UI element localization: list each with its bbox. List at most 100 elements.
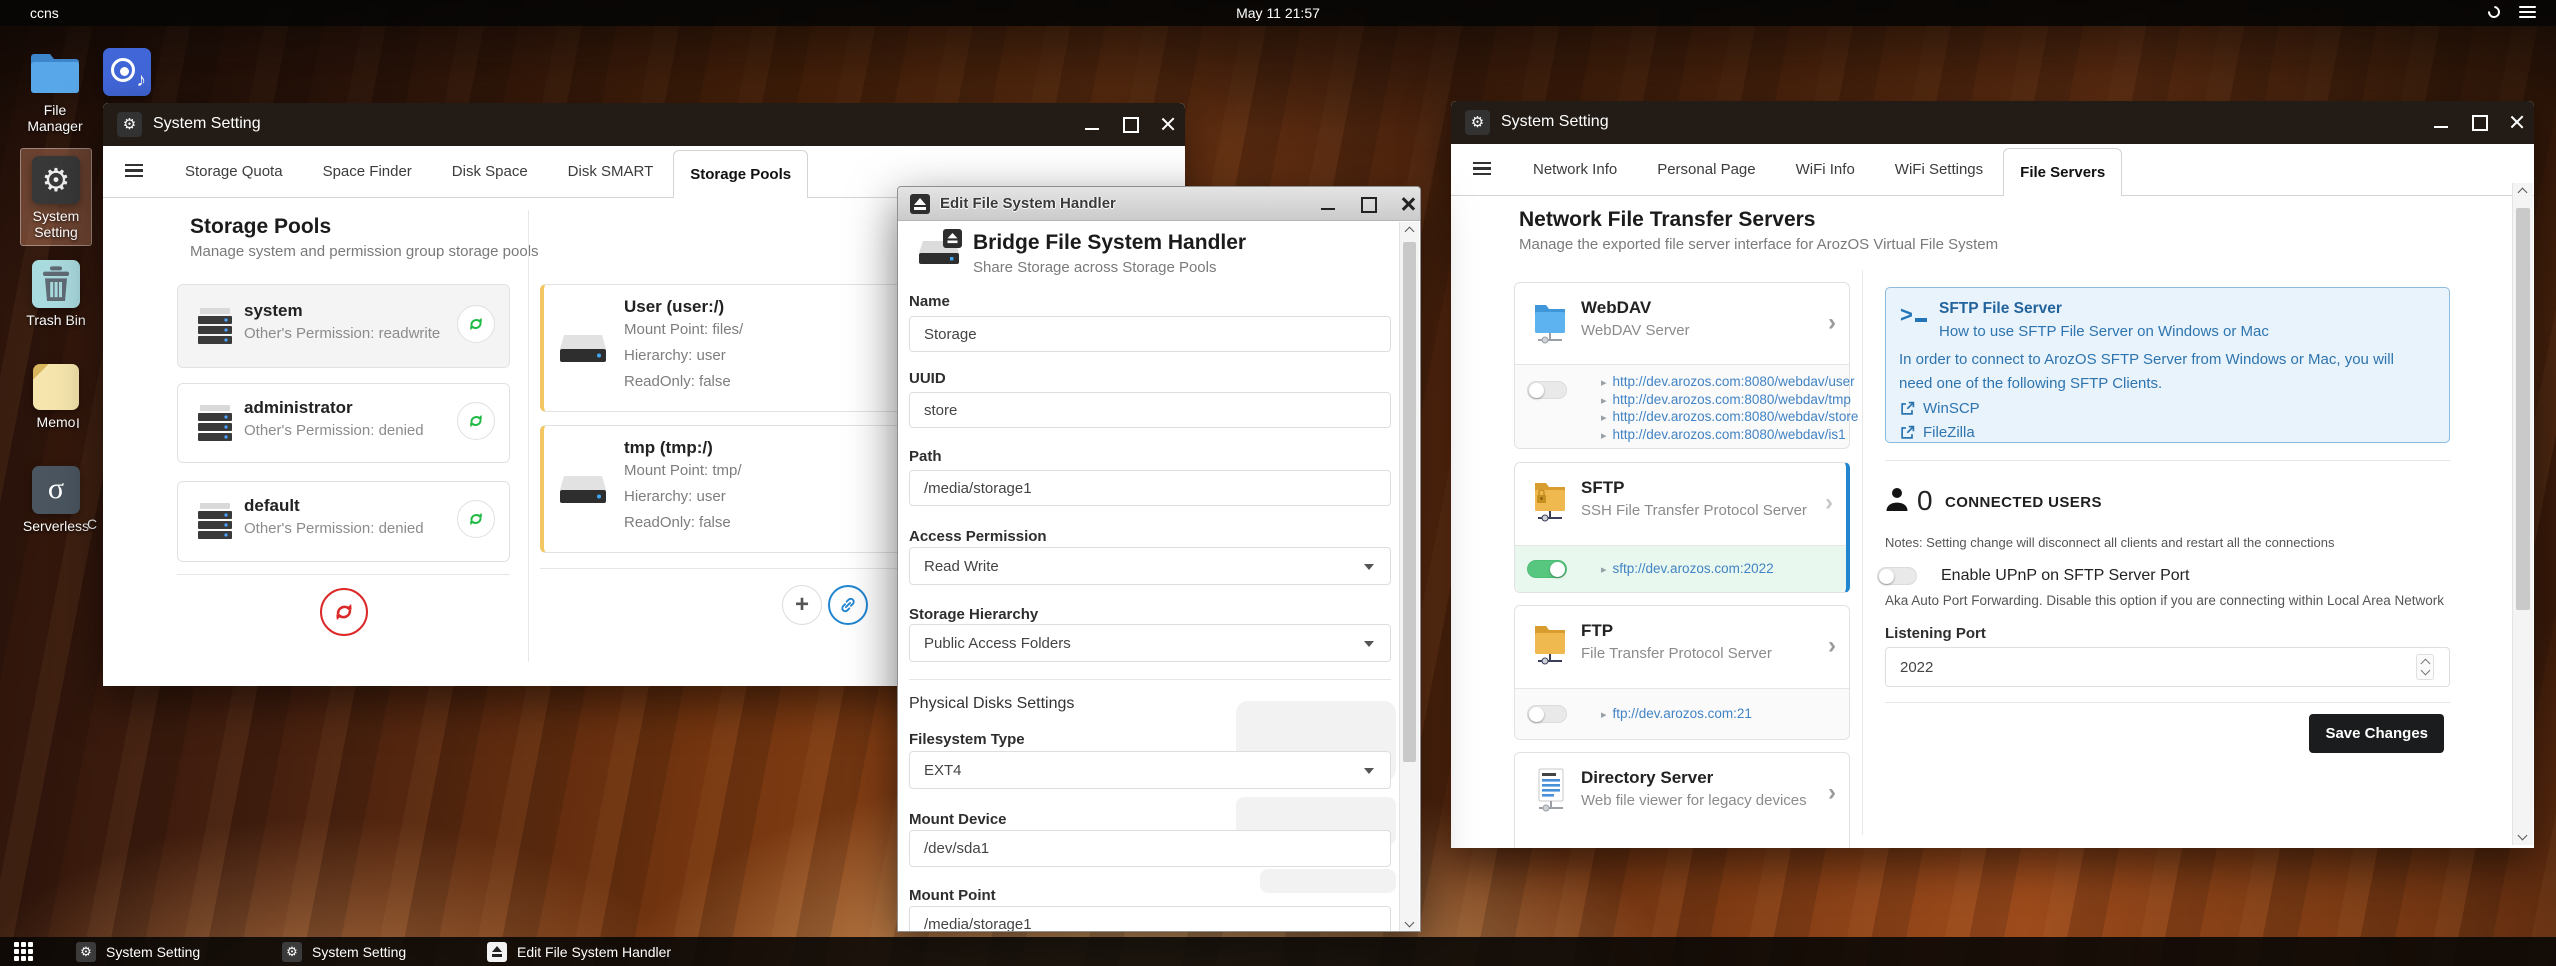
taskbar-item-system-setting-1[interactable]: ⚙ System Setting: [76, 937, 200, 966]
close-button[interactable]: [2508, 113, 2526, 131]
uuid-input[interactable]: [909, 392, 1391, 428]
filesystem-type-select[interactable]: EXT4: [909, 751, 1391, 789]
webdav-link[interactable]: http://dev.arozos.com:8080/webdav/tmp: [1613, 392, 1851, 407]
mount-point-input[interactable]: [909, 906, 1391, 931]
tab-disk-smart[interactable]: Disk SMART: [548, 146, 674, 198]
pool-card-default[interactable]: default Other's Permission: denied: [177, 481, 510, 562]
tab-personal-page[interactable]: Personal Page: [1637, 144, 1775, 196]
caret-down-icon: [1364, 564, 1374, 570]
sigma-icon: σ: [32, 466, 80, 514]
webdav-link[interactable]: http://dev.arozos.com:8080/webdav/is1: [1613, 427, 1846, 442]
pool-card-system[interactable]: system Other's Permission: readwrite: [177, 284, 510, 368]
chevron-right-icon[interactable]: ›: [1828, 632, 1836, 660]
minimize-button[interactable]: [1083, 115, 1101, 133]
scroll-down-icon[interactable]: [2517, 830, 2528, 841]
name-input[interactable]: [909, 316, 1391, 352]
info-title: SFTP File Server: [1939, 300, 2062, 317]
page-subtitle: Manage system and permission group stora…: [190, 243, 539, 260]
mount-point-label: Mount Point: [909, 887, 996, 904]
tab-disk-space[interactable]: Disk Space: [432, 146, 548, 198]
chevron-right-icon[interactable]: ›: [1825, 489, 1833, 517]
taskbar-item-system-setting-2[interactable]: ⚙ System Setting: [282, 937, 406, 966]
upnp-toggle[interactable]: [1877, 567, 1917, 585]
webdav-toggle[interactable]: [1527, 381, 1567, 399]
window1-titlebar[interactable]: ⚙ System Setting: [103, 103, 1185, 146]
window2-titlebar[interactable]: ⚙ System Setting: [1451, 101, 2534, 144]
webdav-link[interactable]: http://dev.arozos.com:8080/webdav/store: [1613, 409, 1859, 424]
scrollbar-thumb[interactable]: [2516, 208, 2530, 610]
folder-icon: [31, 50, 79, 98]
minimize-button[interactable]: [2432, 113, 2450, 131]
menu-icon[interactable]: [2519, 6, 2536, 21]
listening-port-input[interactable]: [1885, 647, 2450, 687]
reload-pools-button[interactable]: [320, 588, 368, 636]
desktop-icon-system-setting[interactable]: ⚙ System Setting: [16, 156, 96, 240]
desktop-icon-memo[interactable]: Memo: [16, 364, 96, 430]
mount-card-user[interactable]: User (user:/) Mount Point: files/ Hierar…: [540, 284, 910, 412]
scroll-up-icon[interactable]: [2517, 187, 2528, 198]
tab-storage-quota[interactable]: Storage Quota: [165, 146, 303, 198]
tab-wifi-settings[interactable]: WiFi Settings: [1875, 144, 2003, 196]
webdav-link[interactable]: http://dev.arozos.com:8080/webdav/user: [1613, 374, 1855, 389]
server-card-directory[interactable]: Directory Server Web file viewer for lega…: [1514, 752, 1850, 848]
ftp-link[interactable]: ftp://dev.arozos.com:21: [1613, 706, 1752, 721]
sync-pool-button[interactable]: [457, 500, 495, 538]
terminal-icon: >: [1900, 302, 1927, 328]
maximize-button[interactable]: [2470, 113, 2488, 131]
tab-space-finder[interactable]: Space Finder: [303, 146, 432, 198]
info-body: In order to connect to ArozOS SFTP Serve…: [1899, 351, 2394, 392]
spinner-icon[interactable]: [2485, 3, 2503, 21]
ftp-toggle[interactable]: [1527, 705, 1567, 723]
save-changes-button[interactable]: Save Changes: [2309, 714, 2444, 753]
close-button[interactable]: [1399, 195, 1417, 213]
desktop-icon-music[interactable]: ♪: [87, 48, 167, 100]
maximize-button[interactable]: [1359, 195, 1377, 213]
bridge-link-button[interactable]: [828, 585, 868, 625]
tab-wifi-info[interactable]: WiFi Info: [1776, 144, 1875, 196]
hamburger-icon[interactable]: [1473, 162, 1491, 178]
maximize-button[interactable]: [1121, 115, 1139, 133]
mount-card-tmp[interactable]: tmp (tmp:/) Mount Point: tmp/ Hierarchy:…: [540, 425, 910, 553]
tab-file-servers[interactable]: File Servers: [2003, 148, 2123, 196]
chevron-right-icon[interactable]: ›: [1828, 309, 1836, 337]
dialog-titlebar[interactable]: Edit File System Handler: [898, 187, 1420, 221]
tab-network-info[interactable]: Network Info: [1513, 144, 1637, 196]
sync-pool-button[interactable]: [457, 402, 495, 440]
client-link-winscp[interactable]: WinSCP: [1900, 400, 1980, 417]
connected-label: CONNECTED USERS: [1945, 494, 2102, 511]
scroll-up-icon[interactable]: [1404, 226, 1415, 237]
desktop-icon-trash-bin[interactable]: Trash Bin: [16, 260, 96, 328]
hamburger-icon[interactable]: [125, 164, 143, 180]
path-input[interactable]: [909, 470, 1391, 506]
scrollbar-thumb[interactable]: [1403, 242, 1416, 762]
sync-pool-button[interactable]: [457, 305, 495, 343]
dialog-scrollbar[interactable]: [1399, 222, 1419, 931]
mount-device-input[interactable]: [909, 830, 1391, 867]
filesystem-type-label: Filesystem Type: [909, 731, 1025, 748]
window-title: System Setting: [1501, 113, 1609, 130]
hidden-icon-label-fragment: I: [76, 415, 80, 431]
window2-scrollbar[interactable]: [2512, 183, 2533, 845]
path-label: Path: [909, 448, 942, 465]
number-spinner[interactable]: [2416, 654, 2434, 680]
desktop-icon-serverless[interactable]: σ Serverless: [16, 466, 96, 534]
server-card-ftp[interactable]: FTP File Transfer Protocol Server › ▸ ftp:…: [1514, 605, 1850, 740]
desktop-icon-file-manager[interactable]: File Manager: [15, 50, 95, 134]
close-button[interactable]: [1159, 115, 1177, 133]
add-handler-button[interactable]: +: [782, 585, 822, 625]
scroll-down-icon[interactable]: [1404, 917, 1415, 928]
access-permission-select[interactable]: Read Write: [909, 547, 1391, 585]
storage-hierarchy-select[interactable]: Public Access Folders: [909, 624, 1391, 662]
pool-card-administrator[interactable]: administrator Other's Permission: denied: [177, 383, 510, 463]
server-card-sftp[interactable]: SFTP SSH File Transfer Protocol Server › …: [1514, 462, 1850, 593]
sftp-toggle[interactable]: [1527, 560, 1567, 578]
server-card-webdav[interactable]: WebDAV WebDAV Server › ▸ http://dev.arozos…: [1514, 282, 1858, 449]
client-link-filezilla[interactable]: FileZilla: [1900, 424, 1975, 441]
start-grid-icon[interactable]: [14, 942, 37, 961]
tab-storage-pools[interactable]: Storage Pools: [673, 150, 809, 198]
taskbar-item-edit-fs-handler[interactable]: Edit File System Handler: [487, 937, 671, 966]
server-stack-icon: [198, 308, 232, 344]
minimize-button[interactable]: [1319, 195, 1337, 213]
chevron-right-icon[interactable]: ›: [1828, 779, 1836, 807]
sftp-link[interactable]: sftp://dev.arozos.com:2022: [1613, 561, 1774, 576]
